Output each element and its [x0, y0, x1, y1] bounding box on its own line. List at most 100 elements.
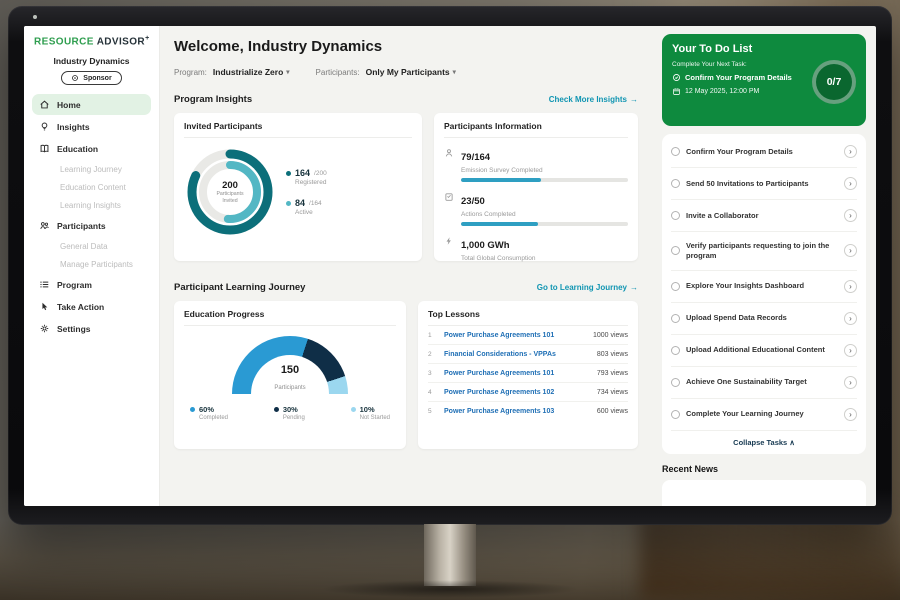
education-gauge-chart: 150 Participants — [232, 336, 348, 394]
todo-task[interactable]: Upload Additional Educational Content › — [671, 335, 857, 367]
donut-center-label: Participants Invited — [210, 191, 250, 205]
sidebar-item-participants[interactable]: Participants — [32, 215, 151, 236]
check-more-insights-link[interactable]: Check More Insights → — [549, 95, 638, 104]
lesson-views: 1000 views — [593, 332, 628, 339]
lesson-link[interactable]: Power Purchase Agreements 101 — [444, 370, 591, 377]
person-icon — [444, 148, 454, 158]
program-select[interactable]: Industrialize Zero ▾ — [213, 67, 290, 77]
sidebar-item-manage-participants[interactable]: Manage Participants — [24, 255, 159, 273]
task-chevron-icon[interactable]: › — [844, 408, 857, 421]
task-checkbox[interactable] — [671, 378, 680, 387]
chevron-down-icon: ▾ — [453, 68, 456, 76]
task-checkbox[interactable] — [671, 179, 680, 188]
logo-text-primary: RESOURCE — [34, 36, 94, 47]
card-title: Top Lessons — [428, 309, 628, 326]
lesson-link[interactable]: Power Purchase Agreements 103 — [444, 408, 591, 415]
sidebar-item-education-content[interactable]: Education Content — [24, 178, 159, 196]
insights-cards-row: Invited Participants 200 — [174, 113, 638, 261]
lesson-link[interactable]: Power Purchase Agreements 101 — [444, 332, 587, 339]
task-checkbox[interactable] — [671, 314, 680, 323]
task-chevron-icon[interactable]: › — [844, 145, 857, 158]
sidebar-item-education[interactable]: Education — [32, 138, 151, 159]
gear-icon — [39, 323, 50, 334]
lesson-row: 5 Power Purchase Agreements 103 600 view… — [428, 402, 628, 420]
todo-summary-card: Your To Do List Complete Your Next Task:… — [662, 34, 866, 126]
todo-task[interactable]: Complete Your Learning Journey › — [671, 399, 857, 431]
registered-total: /200 — [314, 170, 327, 177]
sidebar-item-general-data[interactable]: General Data — [24, 237, 159, 255]
todo-task[interactable]: Achieve One Sustainability Target › — [671, 367, 857, 399]
sidebar-item-settings[interactable]: Settings — [32, 318, 151, 339]
sidebar-item-home[interactable]: Home — [32, 94, 151, 115]
go-to-learning-journey-link[interactable]: Go to Learning Journey → — [537, 283, 638, 292]
todo-task[interactable]: Upload Spend Data Records › — [671, 303, 857, 335]
logo-plus: + — [145, 35, 150, 42]
pending-label: Pending — [283, 415, 305, 421]
chevron-down-icon: ▾ — [286, 68, 289, 76]
todo-next-task[interactable]: Confirm Your Program Details — [672, 73, 814, 82]
gauge-legend: 60% Completed 30% Pending 10% Not Starte… — [184, 405, 396, 421]
sidebar-item-take-action[interactable]: Take Action — [32, 296, 151, 317]
sidebar-item-label: Program — [57, 280, 92, 290]
todo-task[interactable]: Verify participants requesting to join t… — [671, 232, 857, 271]
recent-news-card — [662, 480, 866, 507]
sidebar-item-program[interactable]: Program — [32, 274, 151, 295]
registered-label: Registered — [295, 179, 327, 186]
completed-pct: 60% — [199, 405, 214, 414]
collapse-tasks-button[interactable]: Collapse Tasks ∧ — [671, 431, 857, 454]
sponsor-label: Sponsor — [83, 75, 111, 82]
checklist-icon — [444, 192, 454, 202]
task-chevron-icon[interactable]: › — [844, 209, 857, 222]
top-lessons-card: Top Lessons 1 Power Purchase Agreements … — [418, 301, 638, 449]
sidebar-item-learning-insights[interactable]: Learning Insights — [24, 196, 159, 214]
consumption-label: Total Global Consumption — [461, 255, 628, 262]
next-task-label: Confirm Your Program Details — [685, 73, 792, 82]
lesson-rank: 1 — [428, 332, 438, 339]
lesson-link[interactable]: Power Purchase Agreements 102 — [444, 389, 591, 396]
task-checkbox[interactable] — [671, 246, 680, 255]
lesson-views: 803 views — [597, 351, 628, 358]
actions-value: 23/50 — [461, 196, 485, 207]
sidebar-item-insights[interactable]: Insights — [32, 116, 151, 137]
lesson-row: 2 Financial Considerations - VPPAs 803 v… — [428, 345, 628, 364]
task-chevron-icon[interactable]: › — [844, 376, 857, 389]
pending-pct: 30% — [283, 405, 298, 414]
lesson-link[interactable]: Financial Considerations - VPPAs — [444, 351, 591, 358]
sponsor-badge: Sponsor — [61, 71, 121, 85]
todo-task[interactable]: Send 50 Invitations to Participants › — [671, 168, 857, 200]
task-chevron-icon[interactable]: › — [844, 177, 857, 190]
card-title: Invited Participants — [184, 121, 412, 138]
todo-task[interactable]: Invite a Collaborator › — [671, 200, 857, 232]
photo-backdrop: RESOURCE ADVISOR+ Industry Dynamics Spon… — [0, 0, 900, 600]
todo-task[interactable]: Explore Your Insights Dashboard › — [671, 271, 857, 303]
home-icon — [39, 99, 50, 110]
gauge-center-value: 150 — [232, 364, 348, 376]
list-icon — [39, 279, 50, 290]
task-chevron-icon[interactable]: › — [844, 280, 857, 293]
task-checkbox[interactable] — [671, 282, 680, 291]
link-label: Go to Learning Journey — [537, 283, 627, 292]
task-checkbox[interactable] — [671, 147, 680, 156]
todo-task[interactable]: Confirm Your Program Details › — [671, 136, 857, 168]
logo-text-secondary: ADVISOR — [97, 36, 145, 47]
main-content: Welcome, Industry Dynamics Program: Indu… — [160, 26, 652, 506]
participants-select[interactable]: Only My Participants ▾ — [366, 67, 456, 77]
completed-dot — [190, 407, 195, 412]
task-chevron-icon[interactable]: › — [844, 344, 857, 357]
due-date-label: 12 May 2025, 12:00 PM — [685, 88, 759, 95]
survey-value: 79/164 — [461, 152, 490, 163]
lesson-views: 734 views — [597, 389, 628, 396]
participants-information-card: Participants Information 79/164 Emission… — [434, 113, 638, 261]
survey-progress-bar — [461, 178, 628, 182]
task-checkbox[interactable] — [671, 346, 680, 355]
learning-cards-row: Education Progress 150 Participants 60 — [174, 301, 638, 449]
active-label: Active — [295, 209, 327, 216]
task-checkbox[interactable] — [671, 410, 680, 419]
task-checkbox[interactable] — [671, 211, 680, 220]
filter-bar: Program: Industrialize Zero ▾ Participan… — [174, 67, 638, 77]
registered-dot — [286, 171, 291, 176]
sidebar-item-learning-journey[interactable]: Learning Journey — [24, 160, 159, 178]
task-chevron-icon[interactable]: › — [844, 244, 857, 257]
not-started-dot — [351, 407, 356, 412]
task-chevron-icon[interactable]: › — [844, 312, 857, 325]
